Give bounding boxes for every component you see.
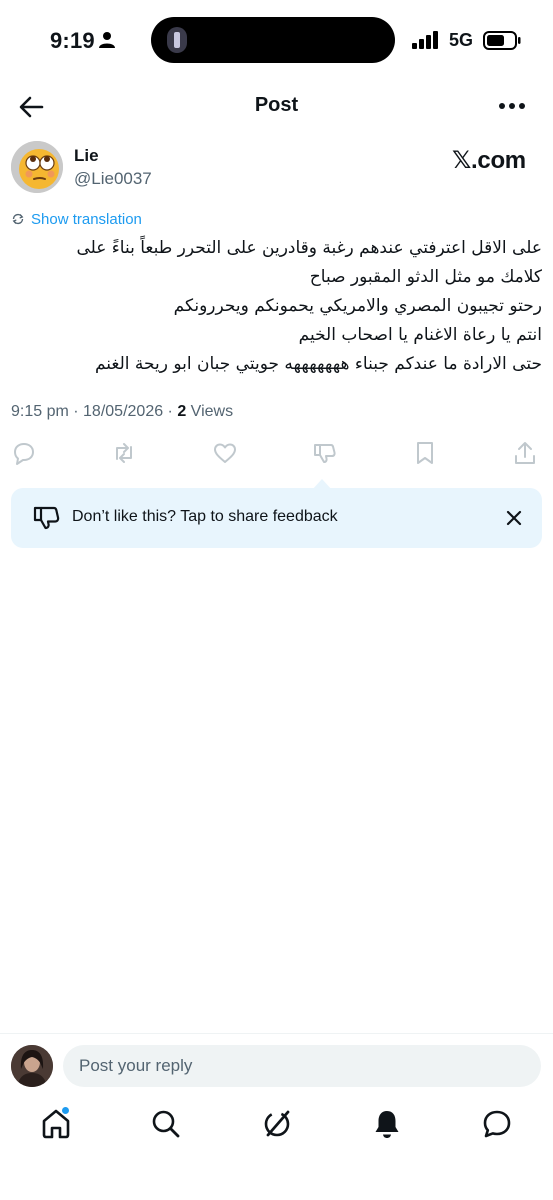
home-notification-badge xyxy=(61,1106,70,1115)
post-meta: 9:15 pm · 18/05/2026 · 2 Views xyxy=(11,403,233,421)
post-line: كلامك مو مثل الدثو المقبور صباح xyxy=(309,267,542,287)
like-heart-icon[interactable] xyxy=(212,440,238,466)
dynamic-island xyxy=(151,17,395,63)
post-line: على الاقل اعترفتي عندهم رغبة وقادرين على… xyxy=(76,238,542,258)
bottom-nav xyxy=(0,1097,553,1200)
views-label: Views xyxy=(186,403,234,420)
signal-icon xyxy=(412,31,438,49)
post-timestamp: 9:15 pm · 18/05/2026 · xyxy=(11,403,178,420)
user-photo xyxy=(11,1045,53,1087)
messages-icon[interactable] xyxy=(480,1107,514,1141)
status-time: 9:19 xyxy=(50,28,95,53)
status-bar: 9:19 5G xyxy=(0,0,553,84)
page-title: Post xyxy=(254,94,299,116)
repost-icon[interactable] xyxy=(111,440,137,466)
grok-icon[interactable] xyxy=(260,1107,294,1141)
network-label: 5G xyxy=(449,30,474,50)
share-icon[interactable] xyxy=(512,440,538,466)
post-header: Post xyxy=(0,84,553,128)
dislike-icon[interactable] xyxy=(312,440,338,466)
notifications-icon[interactable] xyxy=(370,1107,404,1141)
x-logo: 𝕏.com xyxy=(452,147,526,174)
close-icon[interactable] xyxy=(504,508,524,528)
show-translation-link[interactable]: Show translation xyxy=(11,209,142,229)
more-options-icon[interactable] xyxy=(496,96,528,116)
feedback-text: Don’t like this? Tap to share feedback xyxy=(72,508,338,525)
battery-icon xyxy=(483,31,521,50)
reply-icon[interactable] xyxy=(11,440,37,466)
translate-icon xyxy=(12,213,24,225)
search-icon[interactable] xyxy=(149,1107,183,1141)
post-line: رحتو تجيبون المصري والامريكي يحمونكم ويح… xyxy=(173,296,542,316)
reply-input[interactable] xyxy=(63,1045,541,1087)
author-avatar[interactable] xyxy=(11,141,63,193)
author-handle[interactable]: @Lie0037 xyxy=(74,169,152,189)
post-actions xyxy=(0,440,553,470)
reply-bar xyxy=(0,1033,553,1097)
post-line: حتى الارادة ما عندكم جبناء هههههههه جويت… xyxy=(94,354,542,374)
bookmark-icon[interactable] xyxy=(412,440,438,466)
person-icon xyxy=(99,32,115,48)
flashlight-icon xyxy=(167,27,187,53)
user-avatar[interactable] xyxy=(11,1045,53,1087)
show-translation-label: Show translation xyxy=(31,210,142,228)
post-body: على الاقل اعترفتي عندهم رغبة وقادرين على… xyxy=(20,234,542,379)
post-line: انتم يا رعاة الاغنام يا اصحاب الخيم xyxy=(298,325,542,345)
eye-roll-emoji-icon xyxy=(11,141,63,193)
post-detail-screen: 9:19 5G Post Lie @Lie0037 𝕏.com Show tra… xyxy=(0,0,553,1200)
thumbs-down-icon xyxy=(33,506,60,530)
views-count[interactable]: 2 xyxy=(177,403,186,420)
feedback-prompt[interactable]: Don’t like this? Tap to share feedback xyxy=(11,488,542,548)
author-name[interactable]: Lie xyxy=(74,146,99,166)
